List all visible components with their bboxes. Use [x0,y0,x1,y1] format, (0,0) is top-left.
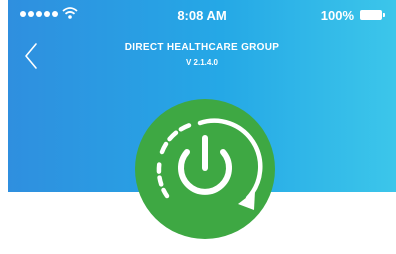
status-bar: 8:08 AM 100% [8,0,396,30]
version-label: V 2.1.4.0 [185,58,219,67]
power-button[interactable] [134,98,276,240]
battery-percentage: 100% [320,8,354,23]
battery-icon [360,10,385,20]
page-title: DIRECT HEALTHCARE GROUP [124,42,280,53]
